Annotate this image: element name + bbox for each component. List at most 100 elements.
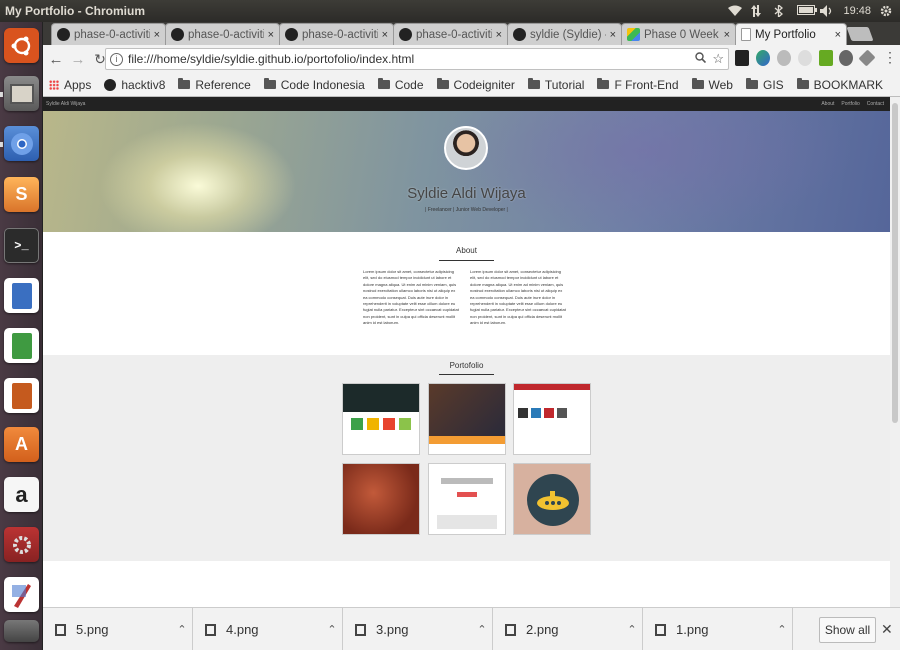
tab-phase-0-week-1[interactable]: Phase 0 Week 1 × — [621, 23, 736, 45]
close-icon[interactable]: × — [724, 29, 730, 41]
close-icon[interactable]: × — [496, 29, 502, 41]
star-icon[interactable]: ☆ — [712, 51, 724, 67]
calc-icon[interactable] — [4, 328, 39, 363]
nav-portfolio[interactable]: Portfolio — [841, 101, 859, 107]
github-icon — [171, 28, 184, 41]
files-icon[interactable] — [4, 76, 39, 111]
tab-phase-0-3[interactable]: phase-0-activitie × — [279, 23, 394, 45]
software-center-icon[interactable]: A — [4, 427, 39, 462]
extension-icon-5[interactable] — [819, 50, 833, 66]
folder-icon — [691, 78, 704, 89]
portfolio-title: Portofolio — [449, 361, 484, 370]
impress-icon[interactable] — [4, 378, 39, 413]
portfolio-thumb-6[interactable] — [513, 463, 591, 535]
download-item[interactable]: 5.png ⌃ — [43, 608, 193, 650]
site-brand[interactable]: Syldie Aldi Wijaya — [46, 101, 821, 107]
portfolio-thumb-2[interactable] — [428, 383, 506, 455]
bookmark-code-indonesia[interactable]: Code Indonesia — [263, 78, 365, 92]
downloads-bar: 5.png ⌃ 4.png ⌃ 3.png ⌃ 2.png ⌃ 1.png ⌃ … — [43, 607, 900, 650]
chevron-up-icon[interactable]: ⌃ — [622, 623, 642, 636]
page-scrollbar[interactable] — [890, 97, 900, 607]
new-tab-button[interactable] — [846, 27, 874, 41]
apps-icon — [49, 79, 59, 90]
close-icon[interactable]: × — [382, 29, 388, 41]
battery-icon[interactable] — [797, 5, 818, 17]
folder-icon — [263, 78, 276, 89]
bookmark-codeigniter[interactable]: Codeigniter — [436, 78, 515, 92]
url-text[interactable]: file:///home/syldie/syldie.github.io/por… — [128, 52, 695, 66]
chevron-up-icon[interactable]: ⌃ — [772, 623, 792, 636]
portfolio-thumb-5[interactable] — [428, 463, 506, 535]
chromium-icon[interactable] — [4, 126, 39, 161]
download-item[interactable]: 2.png ⌃ — [493, 608, 643, 650]
bookmark-apps[interactable]: Apps — [49, 78, 91, 92]
bookmark-tutorial[interactable]: Tutorial — [527, 78, 584, 92]
extension-icon-3[interactable] — [777, 50, 791, 66]
bookmark-reference[interactable]: Reference — [178, 78, 251, 92]
folder-icon — [745, 78, 758, 89]
forward-icon[interactable]: → — [67, 51, 89, 68]
drive-icon — [627, 28, 640, 41]
extension-icon-4[interactable] — [798, 50, 812, 66]
extension-icon-2[interactable] — [756, 50, 770, 66]
page-icon — [741, 28, 751, 41]
amazon-icon[interactable]: a — [4, 477, 39, 512]
volume-icon[interactable] — [820, 5, 834, 17]
bookmark-hacktiv8[interactable]: hacktiv8 — [104, 78, 165, 92]
download-item[interactable]: 1.png ⌃ — [643, 608, 793, 650]
tab-syldie-github[interactable]: syldie (Syldie) - G × — [507, 23, 622, 45]
bookmark-front-end[interactable]: F Front-End — [597, 78, 679, 92]
nav-contact[interactable]: Contact — [867, 101, 884, 107]
close-icon[interactable]: × — [610, 29, 616, 41]
back-icon[interactable]: ← — [45, 51, 67, 68]
portfolio-thumb-1[interactable] — [342, 383, 420, 455]
gear-icon[interactable] — [880, 5, 894, 17]
close-icon[interactable]: × — [154, 29, 160, 41]
show-all-button[interactable]: Show all — [819, 617, 876, 643]
terminal-icon[interactable]: >_ — [4, 228, 39, 263]
tab-phase-0-4[interactable]: phase-0-activitie × — [393, 23, 508, 45]
portfolio-thumb-3[interactable] — [513, 383, 591, 455]
sublime-text-icon[interactable]: S — [4, 177, 39, 212]
tab-phase-0-1[interactable]: phase-0-activitie × — [51, 23, 166, 45]
github-icon — [285, 28, 298, 41]
chevron-up-icon[interactable]: ⌃ — [322, 623, 342, 636]
folder-icon — [377, 78, 390, 89]
bookmark-code[interactable]: Code — [377, 78, 424, 92]
address-bar[interactable]: i file:///home/syldie/syldie.github.io/p… — [105, 48, 729, 70]
info-icon[interactable]: i — [110, 52, 123, 66]
nav-about[interactable]: About — [821, 101, 834, 107]
portfolio-thumb-4[interactable] — [342, 463, 420, 535]
extension-icon-1[interactable] — [735, 50, 749, 66]
folder-icon — [436, 78, 449, 89]
bookmark-bookmark[interactable]: BOOKMARK — [796, 78, 883, 92]
bluetooth-icon[interactable] — [774, 3, 788, 19]
settings-icon[interactable] — [4, 527, 39, 562]
close-icon[interactable]: × — [835, 29, 841, 41]
bookmark-gis[interactable]: GIS — [745, 78, 784, 92]
about-title: About — [456, 246, 477, 255]
writer-icon[interactable] — [4, 278, 39, 313]
bookmark-web[interactable]: Web — [691, 78, 733, 92]
file-icon — [505, 623, 516, 636]
search-icon[interactable] — [695, 52, 707, 66]
tab-my-portfolio[interactable]: My Portfolio × — [735, 23, 847, 45]
file-icon — [655, 623, 666, 636]
close-icon[interactable]: × — [268, 29, 274, 41]
extension-icon-6[interactable] — [839, 50, 853, 66]
ubuntu-dash-icon[interactable] — [4, 28, 39, 63]
scrollbar-thumb[interactable] — [892, 103, 898, 423]
chevron-up-icon[interactable]: ⌃ — [472, 623, 492, 636]
wifi-icon[interactable] — [728, 5, 743, 17]
close-icon[interactable]: ✕ — [881, 621, 893, 638]
chevron-up-icon[interactable]: ⌃ — [172, 623, 192, 636]
paint-icon[interactable] — [4, 577, 39, 612]
download-item[interactable]: 4.png ⌃ — [193, 608, 343, 650]
clock[interactable]: 19:48 — [843, 5, 871, 17]
tab-phase-0-2[interactable]: phase-0-activitie × — [165, 23, 280, 45]
sort-icon[interactable] — [751, 5, 765, 17]
download-item[interactable]: 3.png ⌃ — [343, 608, 493, 650]
trash-icon[interactable] — [4, 620, 39, 642]
menu-icon[interactable]: ⋮ — [883, 49, 897, 66]
extension-icon-7[interactable] — [858, 49, 876, 67]
